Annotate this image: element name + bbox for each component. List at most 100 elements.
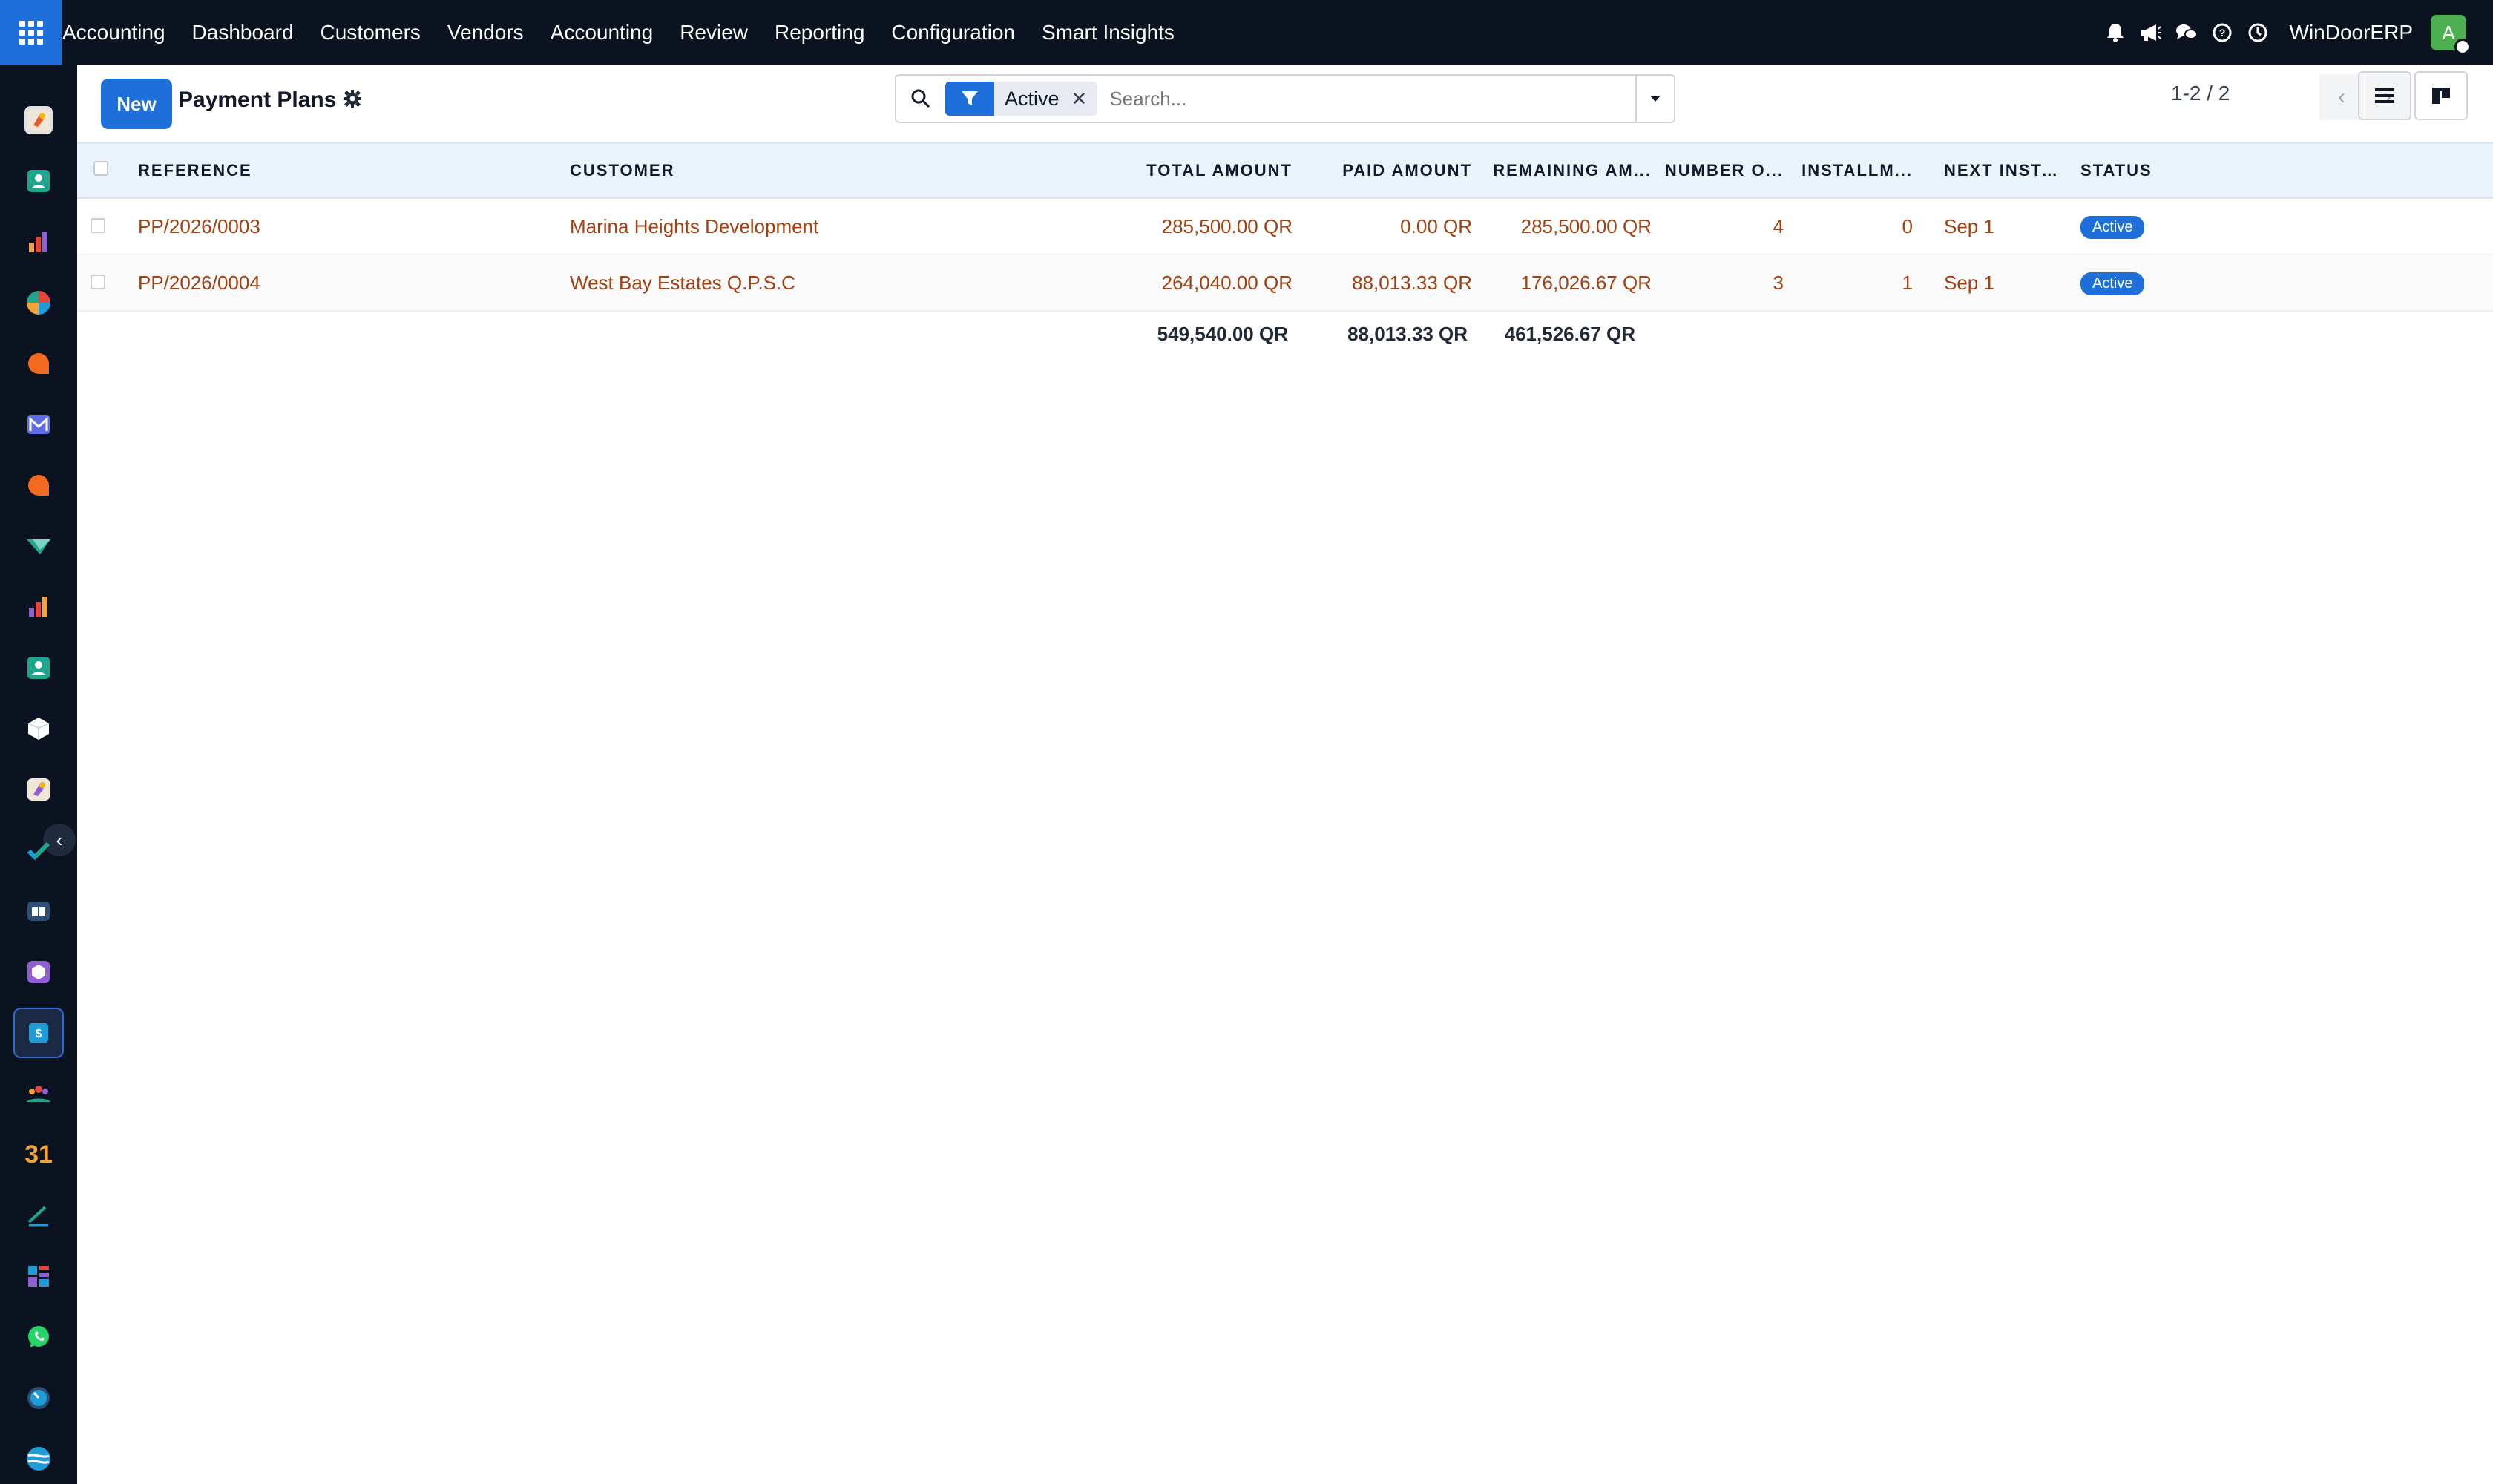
pager-value[interactable]: 1-2 / 2 (2171, 82, 2230, 105)
sidebar-app-employees[interactable] (13, 643, 64, 693)
chat-icon[interactable] (2175, 22, 2198, 44)
menu-dashboard[interactable]: Dashboard (192, 21, 294, 45)
sidebar-app-chat[interactable] (13, 460, 64, 510)
sidebar-app-sales[interactable] (13, 95, 64, 145)
cell-installments-paid[interactable]: 1 (1790, 255, 1919, 311)
sidebar-app-reporting[interactable] (13, 217, 64, 267)
menu-reporting[interactable]: Reporting (775, 21, 864, 45)
company-switcher[interactable]: WinDoorERP (2290, 21, 2413, 45)
cell-remaining-amount[interactable]: 285,500.00 QR (1478, 198, 1658, 255)
app-switcher-button[interactable] (0, 0, 62, 65)
menu-review[interactable]: Review (680, 21, 748, 45)
table-header-row: REFERENCE CUSTOMER TOTAL AMOUNT PAID AMO… (77, 143, 2493, 198)
close-icon[interactable]: ✕ (1071, 88, 1098, 111)
sidebar-app-knowledge[interactable] (13, 886, 64, 936)
cell-paid-amount[interactable]: 88,013.33 QR (1298, 255, 1478, 311)
list-view: REFERENCE CUSTOMER TOTAL AMOUNT PAID AMO… (77, 142, 2493, 357)
current-app-name[interactable]: Accounting (62, 21, 165, 45)
kanban-icon (2432, 88, 2450, 104)
cell-paid-amount[interactable]: 0.00 QR (1298, 198, 1478, 255)
remaining-amount-sum: 461,526.67 QR (1504, 323, 1635, 345)
list-view-button[interactable] (2358, 71, 2411, 120)
cell-total-amount[interactable]: 285,500.00 QR (1132, 198, 1298, 255)
pager-previous-button[interactable]: ‹ (2319, 74, 2364, 120)
help-icon[interactable]: ? (2211, 22, 2233, 44)
column-header-customer[interactable]: CUSTOMER (564, 143, 1132, 198)
sidebar-app-analytics[interactable] (13, 582, 64, 632)
column-header-next-installment[interactable]: NEXT INSTAL... (1919, 143, 2075, 198)
menu-accounting[interactable]: Accounting (551, 21, 654, 45)
discuss-icon (24, 349, 53, 378)
svg-text:$: $ (36, 1028, 42, 1040)
sidebar-app-team[interactable] (13, 1068, 64, 1119)
cell-installments-paid[interactable]: 0 (1790, 198, 1919, 255)
column-header-remaining-amount[interactable]: REMAINING AM... (1478, 143, 1658, 198)
search-icon[interactable] (896, 88, 945, 109)
row-checkbox[interactable] (91, 217, 105, 233)
sidebar-app-email-marketing[interactable] (13, 399, 64, 450)
sidebar-app-project[interactable] (13, 825, 64, 876)
total-amount-sum: 549,540.00 QR (1157, 323, 1288, 345)
analytics-icon (24, 593, 53, 621)
search-input[interactable] (1109, 87, 1555, 111)
sidebar-app-discuss[interactable] (13, 338, 64, 389)
cell-reference[interactable]: PP/2026/0004 (132, 255, 564, 311)
sidebar-app-timer[interactable] (13, 1373, 64, 1423)
user-avatar[interactable]: A (2431, 15, 2471, 55)
sidebar-app-payroll[interactable] (13, 764, 64, 815)
column-header-total-amount[interactable]: TOTAL AMOUNT (1132, 143, 1298, 198)
search-options-toggle[interactable] (1635, 76, 1674, 122)
table-row[interactable]: PP/2026/0004 West Bay Estates Q.P.S.C 26… (77, 255, 2493, 311)
kanban-view-button[interactable] (2414, 71, 2468, 120)
sidebar-app-dashboard[interactable] (13, 278, 64, 328)
sidebar-app-contacts[interactable] (13, 156, 64, 206)
megaphone-icon[interactable] (2140, 22, 2162, 44)
column-header-status[interactable]: STATUS (2075, 143, 2493, 198)
contacts-icon (24, 167, 53, 195)
cell-number-of-installments[interactable]: 3 (1658, 255, 1790, 311)
column-header-installments-paid[interactable]: INSTALLM... (1790, 143, 1919, 198)
select-all-checkbox[interactable] (93, 161, 108, 176)
sidebar-app-invoicing[interactable]: $ (13, 1008, 64, 1058)
cell-status[interactable]: Active (2075, 198, 2493, 255)
row-checkbox[interactable] (91, 274, 105, 289)
sidebar-app-calendar[interactable]: 31 (13, 1129, 64, 1180)
totals-spacer (1658, 311, 1790, 357)
cell-total-amount[interactable]: 264,040.00 QR (1132, 255, 1298, 311)
column-header-number-of-installments[interactable]: NUMBER O... (1658, 143, 1790, 198)
bell-icon[interactable] (2104, 22, 2126, 44)
cell-customer[interactable]: Marina Heights Development (564, 198, 1132, 255)
table-row[interactable]: PP/2026/0003 Marina Heights Development … (77, 198, 2493, 255)
row-checkbox-cell[interactable] (77, 198, 132, 255)
menu-smart-insights[interactable]: Smart Insights (1042, 21, 1175, 45)
clock-icon[interactable] (2247, 22, 2269, 44)
sidebar-app-whatsapp[interactable] (13, 1312, 64, 1362)
menu-vendors[interactable]: Vendors (447, 21, 524, 45)
cell-status[interactable]: Active (2075, 255, 2493, 311)
whatsapp-icon (24, 1323, 53, 1351)
cell-number-of-installments[interactable]: 4 (1658, 198, 1790, 255)
sidebar-app-inventory[interactable] (13, 703, 64, 754)
menu-configuration[interactable]: Configuration (891, 21, 1015, 45)
sidebar-app-store[interactable] (13, 1434, 64, 1484)
sidebar-app-product[interactable] (13, 947, 64, 997)
row-checkbox-cell[interactable] (77, 255, 132, 311)
cell-remaining-amount[interactable]: 176,026.67 QR (1478, 255, 1658, 311)
paid-amount-sum: 88,013.33 QR (1347, 323, 1468, 345)
sidebar-app-documents[interactable] (13, 521, 64, 571)
column-header-paid-amount[interactable]: PAID AMOUNT (1298, 143, 1478, 198)
search-bar: Active ✕ (895, 74, 1675, 123)
select-all-checkbox-cell[interactable] (77, 143, 132, 198)
gear-icon[interactable] (343, 89, 362, 114)
sidebar-app-spreadsheet[interactable] (13, 1251, 64, 1301)
sign-icon (24, 1201, 53, 1229)
sidebar-app-sign[interactable] (13, 1190, 64, 1241)
cell-next-installment[interactable]: Sep 1 (1919, 198, 2075, 255)
cell-customer[interactable]: West Bay Estates Q.P.S.C (564, 255, 1132, 311)
new-button[interactable]: New (101, 79, 172, 129)
menu-customers[interactable]: Customers (321, 21, 421, 45)
cell-next-installment[interactable]: Sep 1 (1919, 255, 2075, 311)
column-header-reference[interactable]: REFERENCE (132, 143, 564, 198)
page-title[interactable]: Payment Plans (178, 88, 336, 113)
cell-reference[interactable]: PP/2026/0003 (132, 198, 564, 255)
